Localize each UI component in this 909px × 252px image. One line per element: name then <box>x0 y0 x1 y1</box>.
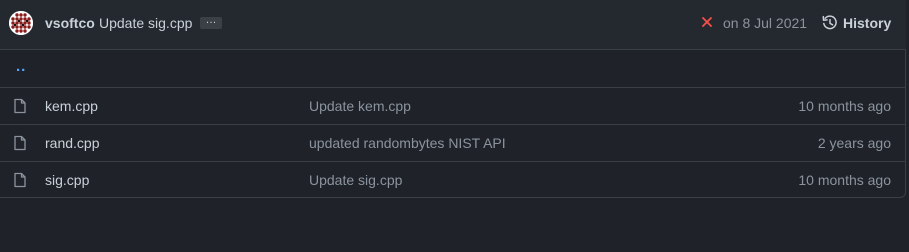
commit-author-link[interactable]: vsoftco <box>45 15 95 31</box>
status-failed-icon[interactable] <box>700 13 714 31</box>
latest-commit-bar: vsoftco Update sig.cpp … on 8 Jul 2021 H… <box>0 0 906 50</box>
file-commit-age: 10 months ago <box>798 172 891 188</box>
file-icon <box>14 172 26 188</box>
file-row[interactable]: kem.cpp Update kem.cpp 10 months ago <box>0 88 906 125</box>
file-icon <box>14 98 26 114</box>
expand-commit-button[interactable]: … <box>200 15 222 29</box>
avatar[interactable] <box>9 11 33 35</box>
file-name-link[interactable]: kem.cpp <box>45 98 98 114</box>
file-commit-age: 10 months ago <box>798 98 891 114</box>
file-row[interactable]: sig.cpp Update sig.cpp 10 months ago <box>0 162 906 198</box>
file-row[interactable]: rand.cpp updated randombytes NIST API 2 … <box>0 125 906 162</box>
parent-directory-row[interactable]: .. <box>0 50 906 88</box>
file-name-link[interactable]: sig.cpp <box>45 172 89 188</box>
file-commit-message-link[interactable]: Update kem.cpp <box>309 98 411 114</box>
file-browser: vsoftco Update sig.cpp … on 8 Jul 2021 H… <box>0 0 906 198</box>
file-commit-message-link[interactable]: Update sig.cpp <box>309 172 402 188</box>
commit-message-link[interactable]: Update sig.cpp <box>99 15 192 31</box>
file-commit-message-link[interactable]: updated randombytes NIST API <box>309 135 506 151</box>
history-icon[interactable] <box>822 15 838 31</box>
avatar-image <box>9 11 33 35</box>
file-name-link[interactable]: rand.cpp <box>45 135 99 151</box>
commit-date: on 8 Jul 2021 <box>723 15 808 31</box>
history-link[interactable]: History <box>843 15 891 31</box>
file-icon <box>14 135 26 151</box>
file-commit-age: 2 years ago <box>817 135 891 151</box>
parent-directory-link[interactable]: .. <box>16 58 26 75</box>
